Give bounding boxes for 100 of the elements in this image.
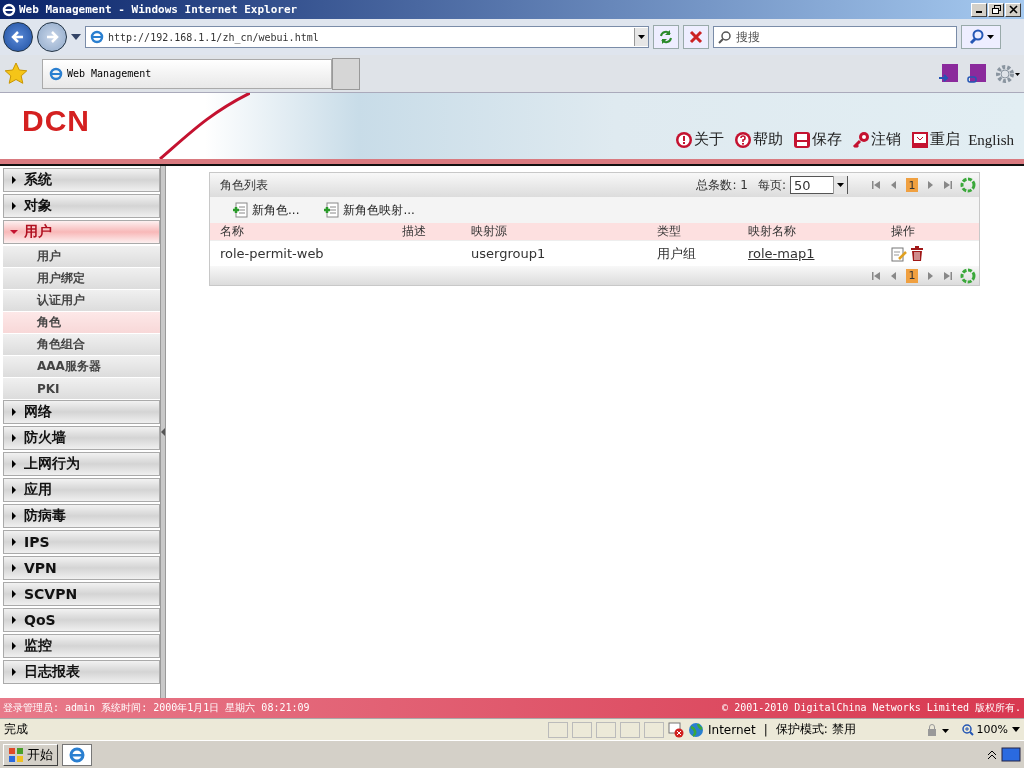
refresh-button[interactable]: [653, 25, 679, 49]
last-page-icon[interactable]: [942, 179, 954, 191]
search-button[interactable]: [961, 25, 1001, 49]
address-field[interactable]: http://192.168.1.1/zh_cn/webui.html: [85, 26, 649, 48]
search-icon: [968, 29, 985, 45]
sidebar-item[interactable]: 上网行为: [3, 452, 160, 476]
browser-logo-icon: [2, 2, 16, 17]
sidebar-item[interactable]: 用户: [3, 220, 160, 244]
per-page-label: 每页:: [757, 176, 786, 194]
sidebar-item[interactable]: QoS: [3, 608, 160, 632]
caret-down-icon: [10, 228, 18, 236]
show-desktop-icon[interactable]: [1001, 746, 1021, 763]
last-page-icon[interactable]: [942, 269, 954, 282]
search-field[interactable]: 搜搜: [713, 26, 957, 48]
zoom-control[interactable]: 100%: [961, 723, 1008, 736]
browser-logo-icon: [69, 746, 85, 763]
sidebar-item[interactable]: IPS: [3, 530, 160, 554]
per-page-select[interactable]: 50: [790, 176, 848, 194]
header-link[interactable]: 保存: [793, 130, 843, 149]
alert-icon: [675, 130, 694, 149]
page-number[interactable]: 1: [906, 268, 918, 283]
status-pane: [644, 721, 664, 738]
sidebar-item[interactable]: 网络: [3, 400, 160, 424]
header-link[interactable]: 注销: [852, 130, 902, 149]
sidebar-item[interactable]: 防病毒: [3, 504, 160, 528]
refresh-icon[interactable]: [960, 267, 976, 284]
dropdown-icon[interactable]: [638, 35, 645, 39]
caret-right-icon: [10, 434, 18, 442]
dropdown-icon: [837, 183, 844, 187]
table-cell-text: role-permit-web: [220, 246, 325, 261]
back-arrow-icon: [10, 29, 26, 45]
sidebar-item[interactable]: 防火墙: [3, 426, 160, 450]
header-link[interactable]: 重启: [911, 130, 961, 149]
sidebar-subitem[interactable]: 角色: [3, 312, 160, 333]
search-icon: [718, 30, 732, 44]
favorites-star-icon[interactable]: [4, 61, 28, 86]
first-page-icon[interactable]: [870, 269, 882, 282]
stop-button[interactable]: [683, 25, 709, 49]
language-link[interactable]: English: [968, 132, 1014, 149]
refresh-icon[interactable]: [960, 177, 976, 193]
sidebar-subitem[interactable]: 角色组合: [3, 334, 160, 355]
dropdown-icon[interactable]: [71, 34, 81, 40]
sidebar-subitem[interactable]: 用户绑定: [3, 268, 160, 289]
mapping-link[interactable]: role-map1: [748, 246, 815, 261]
first-page-icon[interactable]: [870, 179, 882, 191]
sidebar-subitem[interactable]: 用户: [3, 246, 160, 267]
caret-right-icon: [10, 668, 18, 676]
caret-right-icon: [10, 202, 18, 210]
help-icon: [734, 130, 753, 149]
stop-icon: [689, 30, 703, 44]
start-button[interactable]: 开始: [3, 743, 58, 766]
column-header: 描述: [402, 223, 427, 240]
delete-icon[interactable]: [910, 245, 924, 262]
sidebar-item[interactable]: 系统: [3, 168, 160, 192]
header-link[interactable]: 关于: [675, 130, 725, 149]
dropdown-icon: [986, 35, 994, 39]
browser-tab[interactable]: Web Management: [42, 58, 332, 89]
sidebar-item[interactable]: 监控: [3, 634, 160, 658]
minimize-button[interactable]: [971, 2, 987, 17]
chevron-up-icon[interactable]: [987, 749, 997, 760]
close-button[interactable]: [1005, 2, 1021, 17]
copyright-text: © 2001-2010 DigitalChina Networks Limited 版权所有.: [722, 701, 1021, 715]
close-icon: [1008, 5, 1018, 14]
column-header: 名称: [220, 223, 245, 240]
dropdown-icon[interactable]: [1012, 727, 1020, 732]
onenote-send-icon[interactable]: [938, 62, 960, 85]
sidebar-subitem[interactable]: 认证用户: [3, 290, 160, 311]
status-pane: [620, 721, 640, 738]
monitor-icon: [911, 130, 930, 149]
new-item-button[interactable]: 新角色映射...: [323, 201, 415, 219]
sidebar-item[interactable]: VPN: [3, 556, 160, 580]
header-link[interactable]: 帮助: [734, 130, 784, 149]
caret-right-icon: [10, 642, 18, 650]
onenote-link-icon[interactable]: [966, 62, 988, 85]
zone-text: Internet: [708, 722, 756, 737]
page-number[interactable]: 1: [906, 178, 918, 192]
login-info: 登录管理员: admin 系统时间: 2000年1月1日 星期六 08:21:09: [3, 701, 310, 715]
caret-right-icon: [10, 486, 18, 494]
restore-button[interactable]: [988, 2, 1004, 17]
forward-button[interactable]: [37, 22, 67, 52]
add-document-icon: [232, 202, 248, 218]
status-pane: [572, 721, 592, 738]
sidebar-subitem[interactable]: AAA服务器: [3, 356, 160, 377]
column-header: 类型: [657, 223, 682, 240]
column-header: 映射名称: [748, 223, 797, 240]
sidebar-item[interactable]: 对象: [3, 194, 160, 218]
taskbar-browser-button[interactable]: [62, 743, 92, 766]
floppy-icon: [793, 130, 812, 149]
settings-icon[interactable]: [994, 62, 1020, 85]
refresh-icon: [658, 29, 674, 45]
sidebar-item[interactable]: 日志报表: [3, 660, 160, 684]
sidebar-subitem[interactable]: PKI: [3, 378, 160, 399]
total-count: 总条数: 1: [696, 176, 748, 194]
sidebar-item[interactable]: SCVPN: [3, 582, 160, 606]
sidebar-item[interactable]: 应用: [3, 478, 160, 502]
caret-right-icon: [10, 564, 18, 572]
caret-right-icon: [10, 616, 18, 624]
back-button[interactable]: [3, 22, 33, 52]
table-cell-text: usergroup1: [471, 246, 547, 261]
new-item-button[interactable]: 新角色...: [232, 201, 300, 219]
